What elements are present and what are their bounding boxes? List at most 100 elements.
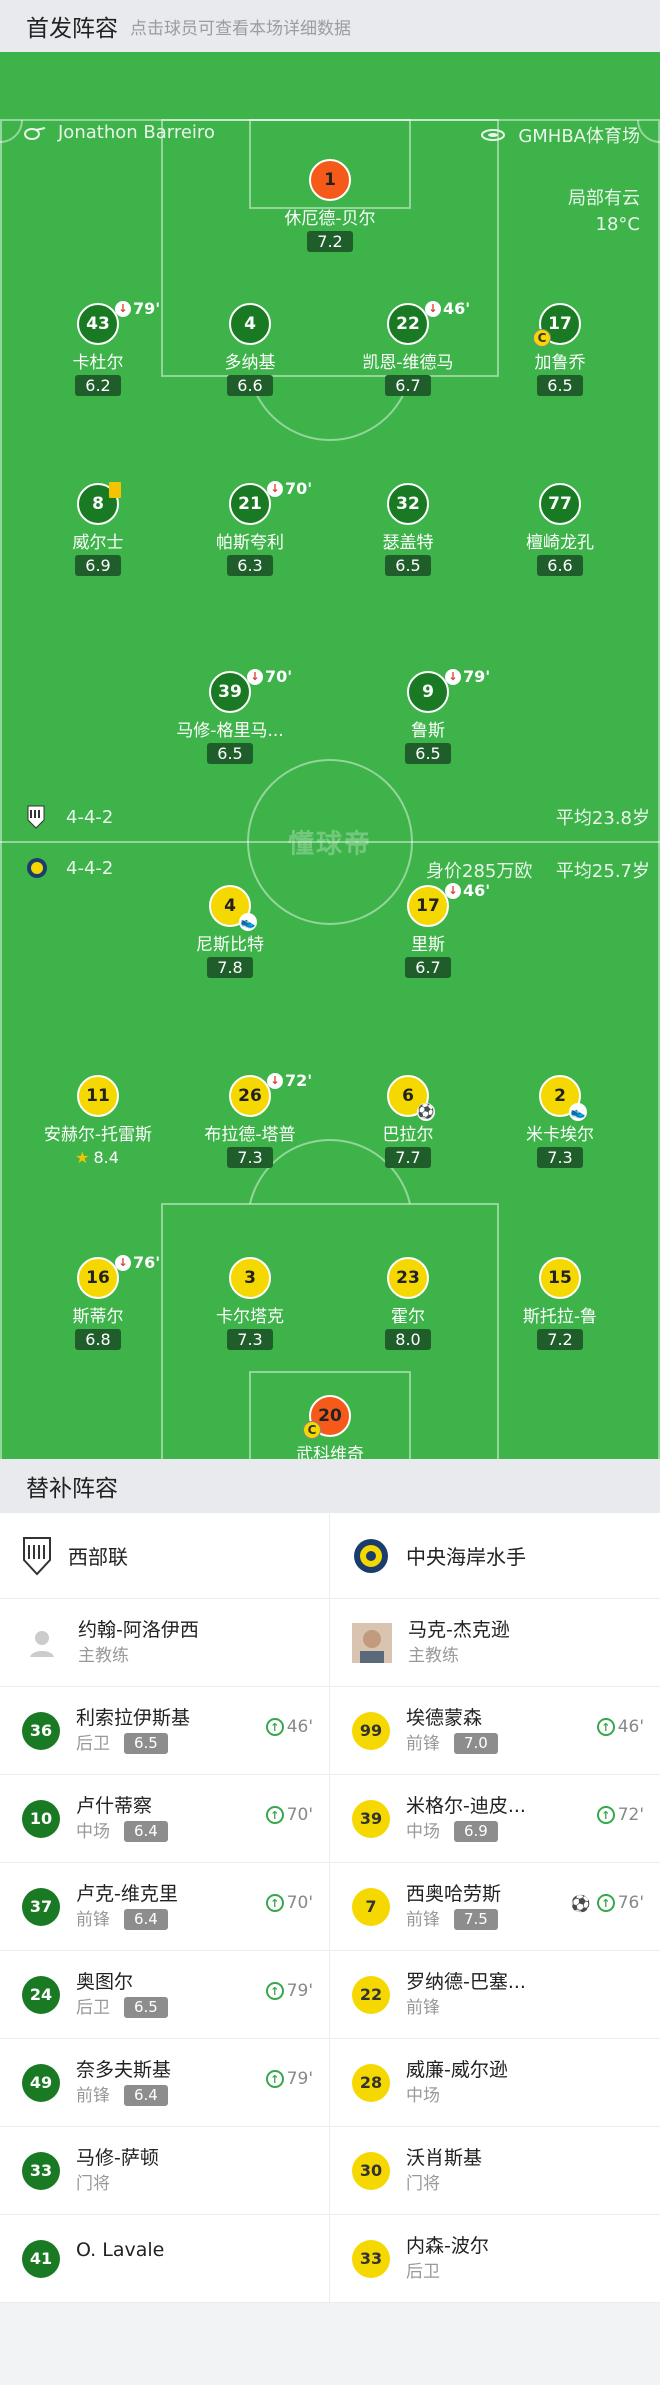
stadium-icon [481,129,506,141]
player-name: 檀崎龙孔 [526,533,594,553]
bench-player-name: 西奥哈劳斯 [406,1882,502,1905]
home-avg-age: 平均23.8岁 [555,808,650,829]
bench-player-info: 罗纳德-巴塞... 前锋 [406,1969,526,2021]
player-marker[interactable]: 9 ↓ 79' 鲁斯 6.5 [353,667,503,764]
bench-left-coach[interactable]: 约翰-阿洛伊西 主教练 [0,1599,329,1687]
sub-out-minute: 72' [285,1071,313,1090]
player-marker[interactable]: 26 ↓ 72' 布拉德-塔普 7.3 [175,1071,325,1168]
bench-player-info: 奈多夫斯基 前锋 6.4 [76,2057,171,2109]
sub-out-icon: ↓ [267,480,283,497]
bench-player-row[interactable]: 99 埃德蒙森 前锋 7.0 ↑ 46' [330,1687,660,1775]
goal-ball-icon: ⚽ [570,1893,591,1913]
player-marker[interactable]: 43 ↓ 79' 卡杜尔 6.2 [23,299,173,396]
lineup-header: 首发阵容 点击球员可查看本场详细数据 [0,0,660,52]
player-rating-wrap: 6.5 [485,373,635,396]
bench-player-row[interactable]: 39 米格尔-迪皮... 中场 6.9 ↑ 72' [330,1775,660,1863]
bench-player-row[interactable]: 30 沃肖斯基 门将 [330,2127,660,2215]
player-marker[interactable]: 4 多纳基 6.6 [175,303,325,396]
bench-player-row[interactable]: 24 奥图尔 后卫 6.5 ↑ 79' [0,1951,329,2039]
player-number: 39 ↓ 70' [209,667,292,713]
player-marker[interactable]: 21 ↓ 70' 帕斯夸利 6.3 [175,479,325,576]
player-marker[interactable]: 17 C 加鲁乔 6.5 [485,303,635,396]
player-marker[interactable]: 2 👟 米卡埃尔 7.3 [485,1075,635,1168]
pitch-lines [0,119,660,1459]
player-marker[interactable]: 16 ↓ 76' 斯蒂尔 6.8 [23,1253,173,1350]
away-value: 身价285万欧 [426,861,533,882]
bench-right-coach[interactable]: 马克-杰克逊 主教练 [330,1599,660,1687]
bench-player-position: 后卫 [406,2261,440,2282]
bench-player-number: 36 [22,1711,60,1750]
player-name: 瑟盖特 [382,533,434,553]
player-rating: 6.5 [537,375,583,396]
player-number: 26 ↓ 72' [229,1071,312,1117]
bench-player-number: 49 [22,2063,60,2102]
bench-title: 替补阵容 [0,1459,660,1513]
bench-player-name: 沃肖斯基 [406,2146,483,2169]
bench-player-number: 22 [352,1975,390,2014]
captain-icon: C [533,329,551,347]
temperature: 18°C [595,214,640,235]
player-marker[interactable]: 11 安赫尔-托雷斯 ★ 8.4 [23,1075,173,1168]
sub-out-marker: ↓ 70' [247,667,292,686]
player-marker[interactable]: 22 ↓ 46' 凯恩-维德马 6.7 [333,299,483,396]
player-number: 15 [539,1257,581,1299]
player-marker[interactable]: 23 霍尔 8.0 [333,1257,483,1350]
player-number: 9 ↓ 79' [407,667,490,713]
whistle-icon [24,126,46,140]
bench-right-team[interactable]: 中央海岸水手 [330,1513,660,1599]
player-number: 17 C [533,303,581,347]
sub-in-icon: ↑ [596,1718,615,1736]
player-marker[interactable]: 17 ↓ 46' 里斯 6.7 [353,881,503,978]
away-avg-age: 平均25.7岁 [555,861,650,882]
bench-player-meta: 中场 6.4 [76,1819,168,1845]
player-name: 加鲁乔 [534,353,586,373]
player-name: 休厄德-贝尔 [284,209,376,229]
home-team-crest-icon [23,1536,51,1575]
player-marker[interactable]: 77 檀崎龙孔 6.6 [485,483,635,576]
player-rating-wrap: 7.7 [333,1145,483,1168]
player-marker[interactable]: 32 瑟盖特 6.5 [333,483,483,576]
bench-player-number: 28 [352,2063,390,2102]
bench-player-row[interactable]: 36 利索拉伊斯基 后卫 6.5 ↑ 46' [0,1687,329,1775]
player-rating-wrap: 6.5 [155,741,305,764]
bench-player-position: 前锋 [406,1997,440,2018]
player-rating: 6.8 [75,1329,121,1350]
sub-out-marker: ↓ 79' [445,667,490,686]
bench-player-position: 前锋 [76,2085,110,2106]
player-number: 22 ↓ 46' [387,299,470,345]
bench-player-row[interactable]: 49 奈多夫斯基 前锋 6.4 ↑ 79' [0,2039,329,2127]
player-marker[interactable]: 15 斯托拉-鲁 7.2 [485,1257,635,1350]
bench-player-row[interactable]: 7 西奥哈劳斯 前锋 7.5 ⚽ ↑ 76' [330,1863,660,1951]
bench-player-row[interactable]: 22 罗纳德-巴塞... 前锋 [330,1951,660,2039]
bench-player-row[interactable]: 41 O. Lavale [0,2215,329,2303]
player-marker[interactable]: 39 ↓ 70' 马修-格里马... 6.5 [155,667,305,764]
player-marker[interactable]: 20C武科维奇6.8 [255,1395,405,1459]
bench-player-row[interactable]: 28 威廉-威尔逊 中场 [330,2039,660,2127]
player-marker[interactable]: 6 ⚽ 巴拉尔 7.7 [333,1075,483,1168]
player-marker[interactable]: 4 👟 尼斯比特 7.8 [155,885,305,978]
bench-player-info: 奥图尔 后卫 6.5 [76,1969,168,2021]
player-rating-wrap: 6.2 [23,373,173,396]
player-marker[interactable]: 3 卡尔塔克 7.3 [175,1257,325,1350]
venue: GMHBA体育场 [480,122,640,148]
bench-player-meta: 前锋 6.4 [76,1907,178,1933]
sub-in-icon: ↑ [596,1806,615,1824]
player-number: 17 ↓ 46' [407,881,490,927]
bench-player-row[interactable]: 10 卢什蒂察 中场 6.4 ↑ 70' [0,1775,329,1863]
bench-player-number: 30 [352,2151,390,2190]
bench-player-row[interactable]: 33 马修-萨顿 门将 [0,2127,329,2215]
bench-left-team[interactable]: 西部联 [0,1513,329,1599]
sub-out-minute: 70' [285,479,313,498]
bench-player-info: 卢克-维克里 前锋 6.4 [76,1881,178,1933]
player-marker[interactable]: 1 休厄德-贝尔 7.2 [255,159,405,252]
player-number: 20 C [303,1395,351,1439]
bench-player-row[interactable]: 37 卢克-维克里 前锋 6.4 ↑ 70' [0,1863,329,1951]
player-marker[interactable]: 8 威尔士 6.9 [23,482,173,576]
sub-in-marker: ↑ 46' [265,1717,313,1737]
yellow-card-icon [109,482,121,498]
player-rating: 6.7 [385,375,431,396]
away-formation: 4-4-2 [26,857,113,879]
bench-player-row[interactable]: 33 内森-波尔 后卫 [330,2215,660,2303]
sub-in-icon: ↑ [265,1982,284,2000]
bench-player-info: 内森-波尔 后卫 [406,2233,489,2285]
